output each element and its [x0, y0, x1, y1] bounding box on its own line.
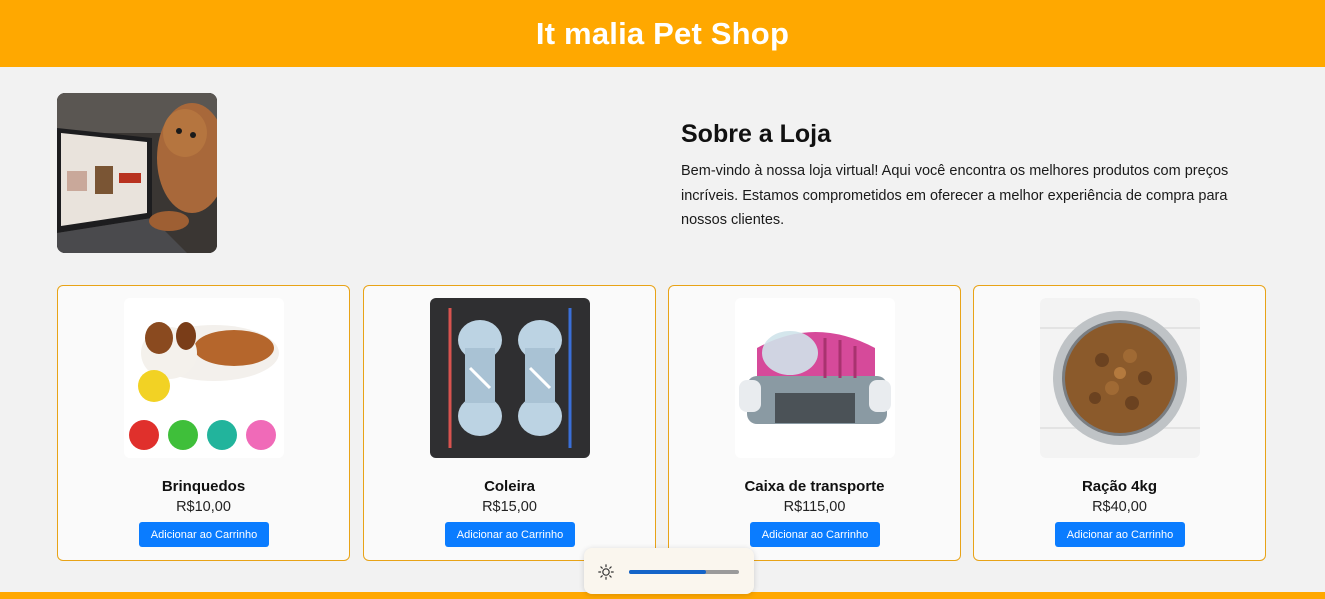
product-name: Brinquedos: [161, 478, 246, 495]
add-to-cart-button[interactable]: Adicionar ao Carrinho: [139, 522, 269, 547]
about-title: Sobre a Loja: [681, 120, 832, 148]
product-image-brinquedos: [124, 298, 284, 458]
product-card-coleira: Coleira R$15,00 Adicionar ao Carrinho: [363, 285, 656, 561]
product-price: R$15,00: [482, 499, 537, 515]
product-price: R$115,00: [783, 499, 846, 515]
add-to-cart-button[interactable]: Adicionar ao Carrinho: [445, 522, 575, 547]
brightness-slider-fill: [629, 570, 706, 574]
product-name: Ração 4kg: [1081, 478, 1158, 495]
product-price: R$10,00: [176, 499, 231, 515]
product-image-racao-4kg: [1040, 298, 1200, 458]
site-title: It malia Pet Shop: [535, 15, 790, 51]
sun-icon: [598, 564, 614, 580]
site-header: It malia Pet Shop: [0, 0, 1325, 67]
about-text: Bem-vindo à nossa loja virtual! Aqui voc…: [681, 163, 1229, 228]
product-card-racao-4kg: Ração 4kg R$40,00 Adicionar ao Carrinho: [973, 285, 1266, 561]
brightness-slider[interactable]: [629, 570, 739, 574]
add-to-cart-button[interactable]: Adicionar ao Carrinho: [1055, 522, 1185, 547]
about-image: [57, 93, 217, 253]
product-card-brinquedos: Brinquedos R$10,00 Adicionar ao Carrinho: [57, 285, 350, 561]
about-section: Sobre a Loja Bem-vindo à nossa loja virt…: [681, 120, 1241, 233]
product-name: Coleira: [484, 478, 535, 495]
product-name: Caixa de transporte: [744, 478, 885, 495]
product-image-coleira: [430, 298, 590, 458]
product-price: R$40,00: [1092, 499, 1147, 515]
brightness-control: [584, 548, 754, 594]
add-to-cart-button[interactable]: Adicionar ao Carrinho: [750, 522, 880, 547]
product-image-caixa-de-transporte: [735, 298, 895, 458]
product-card-caixa-de-transporte: Caixa de transporte R$115,00 Adicionar a…: [668, 285, 961, 561]
